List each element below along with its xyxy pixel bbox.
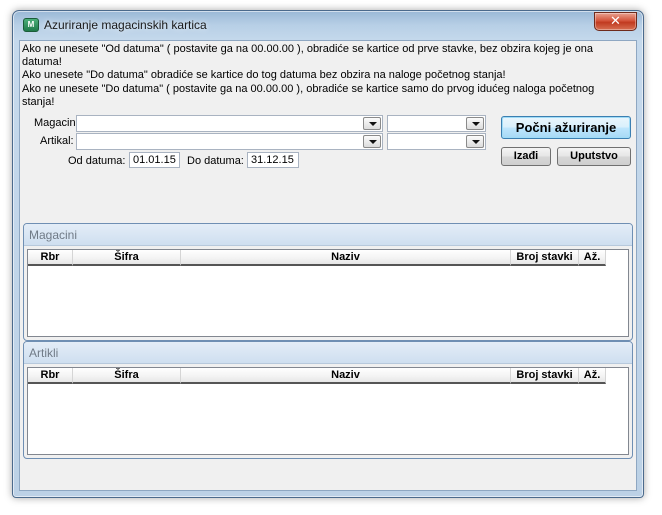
column-header-sifra[interactable]: Šifra	[73, 368, 181, 384]
artikal-label: Artikal:	[40, 135, 74, 147]
column-header-rbr[interactable]: Rbr	[28, 250, 73, 266]
artikli-panel: Artikli Rbr Šifra Naziv Broj stavki Až.	[23, 341, 633, 459]
column-header-broj-stavki[interactable]: Broj stavki	[511, 368, 579, 384]
app-logo-icon: M	[23, 18, 39, 32]
title-bar[interactable]: M Azuriranje magacinskih kartica ✕	[13, 11, 643, 39]
chevron-down-icon[interactable]	[466, 117, 484, 130]
artikal-select[interactable]	[76, 133, 383, 150]
artikal-code-select[interactable]	[387, 133, 486, 150]
client-area: Ako ne unesete "Od datuma" ( postavite g…	[19, 40, 637, 491]
od-datuma-label: Od datuma:	[68, 155, 126, 167]
info-text-1: Ako ne unesete "Od datuma" ( postavite g…	[22, 43, 593, 68]
column-header-naziv[interactable]: Naziv	[181, 250, 511, 266]
column-header-sifra[interactable]: Šifra	[73, 250, 181, 266]
artikli-panel-title: Artikli	[24, 342, 632, 364]
magacini-grid[interactable]: Rbr Šifra Naziv Broj stavki Až.	[27, 249, 629, 337]
magacin-select[interactable]	[76, 115, 383, 132]
chevron-down-icon[interactable]	[363, 135, 381, 148]
window-title: Azuriranje magacinskih kartica	[44, 18, 207, 32]
main-window: M Azuriranje magacinskih kartica ✕ Ako n…	[12, 10, 644, 498]
column-header-az[interactable]: Až.	[579, 368, 606, 384]
column-header-rbr[interactable]: Rbr	[28, 368, 73, 384]
magacini-grid-header: Rbr Šifra Naziv Broj stavki Až.	[28, 250, 610, 266]
column-header-broj-stavki[interactable]: Broj stavki	[511, 250, 579, 266]
chevron-down-icon[interactable]	[466, 135, 484, 148]
magacini-panel-title: Magacini	[24, 224, 632, 246]
do-datuma-input[interactable]: 31.12.15	[247, 152, 299, 168]
od-datuma-input[interactable]: 01.01.15	[129, 152, 180, 168]
artikli-grid[interactable]: Rbr Šifra Naziv Broj stavki Až.	[27, 367, 629, 455]
magacini-panel: Magacini Rbr Šifra Naziv Broj stavki Až.	[23, 223, 633, 341]
help-button[interactable]: Uputstvo	[557, 147, 631, 166]
magacin-code-select[interactable]	[387, 115, 486, 132]
chevron-down-icon[interactable]	[363, 117, 381, 130]
artikli-grid-header: Rbr Šifra Naziv Broj stavki Až.	[28, 368, 610, 384]
exit-button[interactable]: Izađi	[501, 147, 551, 166]
start-update-button[interactable]: Počni ažuriranje	[501, 116, 631, 139]
column-header-az[interactable]: Až.	[579, 250, 606, 266]
do-datuma-label: Do datuma:	[187, 155, 244, 167]
info-text-2: Ako unesete "Do datuma" obradiće se kart…	[22, 69, 506, 81]
magacin-label: Magacin:	[34, 117, 79, 129]
info-text-3: Ako ne unesete "Do datuma" ( postavite g…	[22, 83, 595, 108]
close-button[interactable]: ✕	[594, 12, 637, 31]
column-header-naziv[interactable]: Naziv	[181, 368, 511, 384]
